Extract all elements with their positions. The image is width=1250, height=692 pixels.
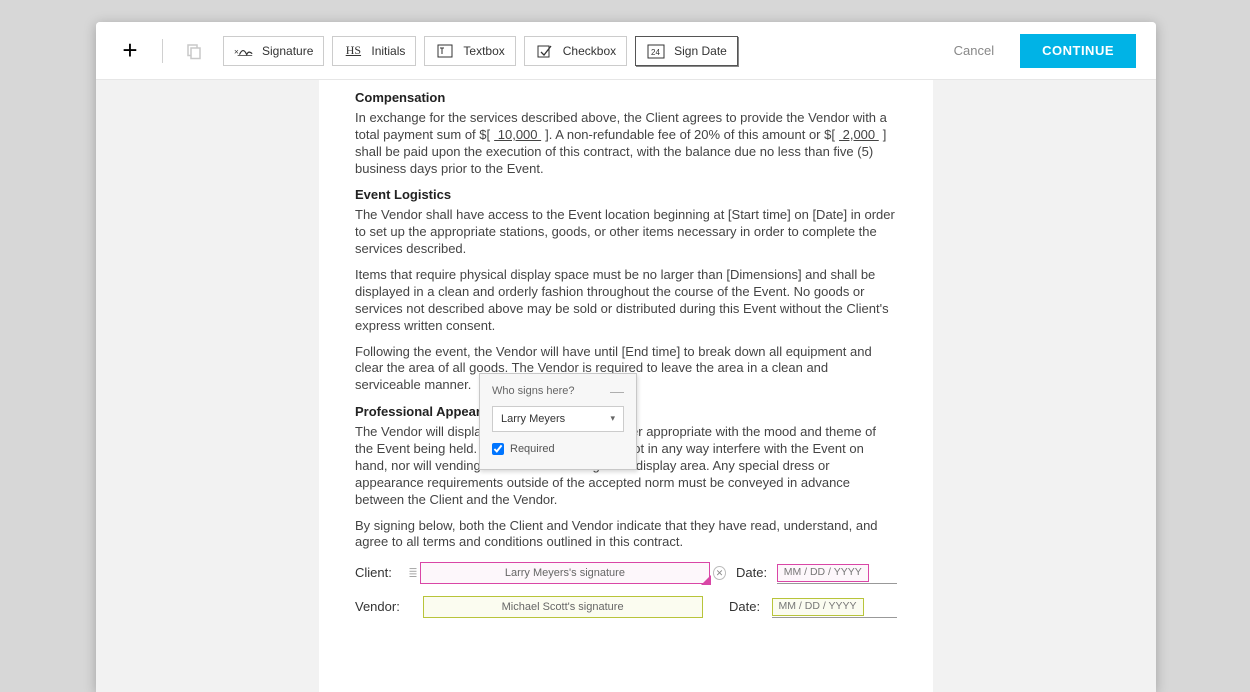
field-tools: × Signature HS Initials Textbox Checkbox [223,36,738,66]
continue-button[interactable]: CONTINUE [1020,34,1136,68]
initials-label: Initials [371,44,405,58]
svg-text:24: 24 [651,48,660,57]
field-amount-1[interactable]: 10,000 [490,127,545,142]
heading-logistics: Event Logistics [355,187,897,204]
required-checkbox[interactable] [492,443,504,455]
toolbar: + × Signature HS Initials Tex [96,22,1156,80]
checkbox-tool[interactable]: Checkbox [524,36,627,66]
checkbox-label: Checkbox [563,44,616,58]
field-amount-2[interactable]: 2,000 [835,127,883,142]
initials-icon: HS [343,42,363,60]
logistics-p1: The Vendor shall have access to the Even… [355,207,897,258]
signer-select[interactable]: Larry Meyers ▾ [492,406,624,432]
vendor-label: Vendor: [355,599,407,616]
app-window: + × Signature HS Initials Tex [96,22,1156,692]
heading-compensation: Compensation [355,90,897,107]
resize-icon[interactable] [701,575,711,585]
document-area: Compensation In exchange for the service… [96,80,1156,692]
client-signature-field[interactable]: Larry Meyers's signature [420,562,710,584]
signature-tool[interactable]: × Signature [223,36,324,66]
textbox-tool[interactable]: Textbox [424,36,515,66]
required-toggle[interactable]: Required [492,442,624,456]
sign-date-label: Sign Date [674,44,727,58]
divider [162,39,163,63]
textbox-icon [435,42,455,60]
signature-icon: × [234,42,254,60]
pages-icon[interactable] [181,38,207,64]
signing-p: By signing below, both the Client and Ve… [355,518,897,552]
drag-handle-icon[interactable] [407,561,420,585]
close-icon[interactable]: ✕ [713,566,726,580]
chevron-down-icon: ▾ [610,413,615,425]
sign-date-tool[interactable]: 24 Sign Date [635,36,738,66]
minimize-icon[interactable]: — [610,384,624,398]
logistics-p2: Items that require physical display spac… [355,267,897,335]
vendor-sign-row: Vendor: Michael Scott's signature Date: … [355,594,897,620]
signature-label: Signature [262,44,313,58]
add-icon[interactable]: + [116,37,144,65]
sign-date-icon: 24 [646,42,666,60]
date-label: Date: [736,565,777,582]
client-date-field[interactable]: MM / DD / YYYY [777,562,897,584]
textbox-label: Textbox [463,44,504,58]
checkbox-icon [535,42,555,60]
signer-popup: Who signs here? — Larry Meyers ▾ Require… [479,373,637,470]
vendor-signature-field[interactable]: Michael Scott's signature [423,596,703,618]
popup-title: Who signs here? [492,384,575,398]
client-label: Client: [355,565,405,582]
cancel-link[interactable]: Cancel [954,43,994,58]
date-label: Date: [729,599,771,616]
document-page: Compensation In exchange for the service… [319,80,933,692]
compensation-paragraph: In exchange for the services described a… [355,110,897,178]
initials-tool[interactable]: HS Initials [332,36,416,66]
vendor-date-field[interactable]: MM / DD / YYYY [772,596,898,618]
client-sign-row: Client: Larry Meyers's signature ✕ Date:… [355,560,897,586]
